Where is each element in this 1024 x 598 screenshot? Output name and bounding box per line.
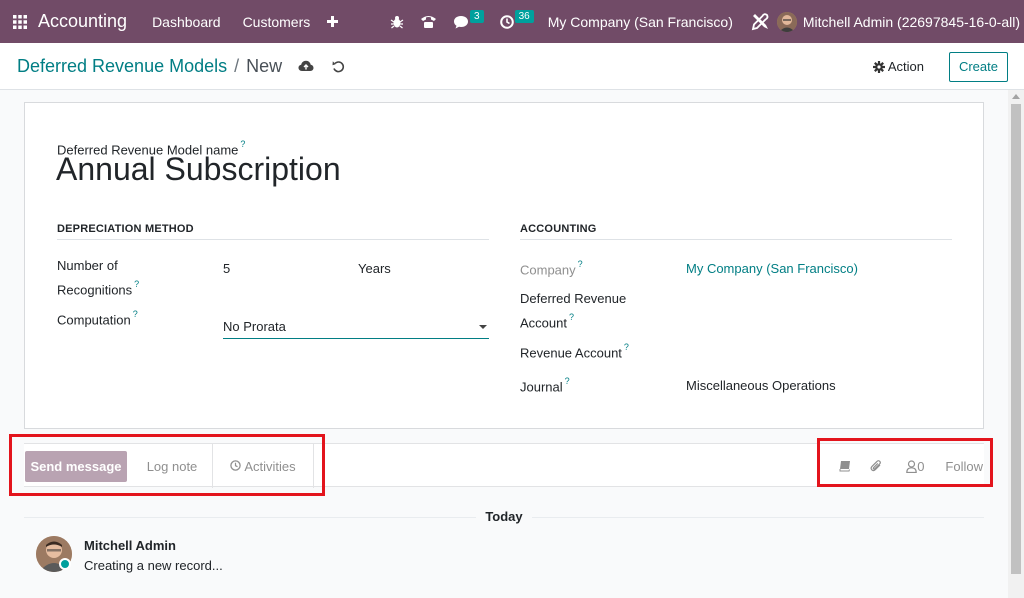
action-menu-button[interactable]: Action [872,59,924,74]
help-tooltip-icon[interactable]: ? [569,312,574,322]
journal-label-text: Journal [520,379,563,395]
deferred-revenue-account-label: Deferred Revenue Account? [520,289,626,333]
messages-icon[interactable]: 3 [453,10,484,29]
message-author[interactable]: Mitchell Admin [84,538,176,553]
bug-icon[interactable] [390,15,404,29]
control-panel: Deferred Revenue Models / New Action Cre… [0,43,1024,90]
depreciation-method-heading: DEPRECIATION METHOD [57,223,489,240]
recognitions-period-select[interactable]: Years [358,261,391,276]
deferred-label-line2: Account [520,315,567,331]
vertical-scrollbar[interactable] [1008,90,1024,598]
date-separator-today: Today [476,509,532,524]
user-menu[interactable]: Mitchell Admin (22697845-16-0-all) [803,14,1020,30]
recognitions-label-line1: Number of [57,258,118,273]
action-label: Action [887,59,924,74]
menu-customers[interactable]: Customers [243,14,311,30]
company-label-text: Company [520,262,576,278]
top-navbar: Accounting Dashboard Customers 3 36 My C… [0,0,1024,43]
plus-icon[interactable] [327,11,339,32]
form-sheet: Deferred Revenue Model name? Annual Subs… [24,102,984,429]
message-body: Creating a new record... [84,558,223,573]
help-tooltip-icon[interactable]: ? [133,309,138,319]
app-name[interactable]: Accounting [38,11,127,32]
computation-select[interactable]: No Prorata [223,319,489,339]
dropdown-arrow-icon [479,325,487,329]
breadcrumb-separator: / [234,55,240,76]
scrollbar-thumb[interactable] [1011,104,1021,574]
phone-icon[interactable] [420,14,437,29]
company-label: Company? [520,256,583,280]
recognitions-label-line2: Recognitions [57,282,133,298]
recognitions-input[interactable]: 5 [223,261,230,276]
journal-select[interactable]: Miscellaneous Operations [686,378,836,393]
apps-menu-icon[interactable] [2,0,38,43]
revenue-account-label: Revenue Account? [520,339,629,363]
activities-clock-icon[interactable]: 36 [499,10,534,29]
create-button[interactable]: Create [948,51,1008,82]
help-tooltip-icon[interactable]: ? [134,279,139,289]
menu-dashboard[interactable]: Dashboard [152,14,221,30]
deferred-label-line1: Deferred Revenue [520,291,627,306]
discard-undo-icon[interactable] [332,60,345,73]
online-status-dot [59,558,71,570]
messages-badge: 3 [470,10,484,23]
scroll-up-icon[interactable] [1012,94,1020,99]
highlight-box-chatter-tools [817,438,993,487]
help-tooltip-icon[interactable]: ? [624,342,629,352]
highlight-box-chatter-actions [9,434,325,496]
accounting-heading: ACCOUNTING [520,223,952,240]
company-field-link[interactable]: My Company (San Francisco) [686,261,858,276]
journal-label: Journal? [520,373,570,397]
activities-badge: 36 [514,10,534,23]
record-name-input[interactable]: Annual Subscription [56,151,341,188]
breadcrumb: Deferred Revenue Models / New [17,56,282,77]
tools-icon[interactable] [751,12,769,31]
company-switcher[interactable]: My Company (San Francisco) [548,14,733,30]
revenue-label-text: Revenue Account [520,345,622,361]
help-tooltip-icon[interactable]: ? [578,259,583,269]
computation-label-text: Computation [57,312,131,328]
save-cloud-icon[interactable] [298,60,314,72]
breadcrumb-current: New [246,55,283,76]
user-avatar[interactable] [776,11,797,32]
breadcrumb-parent[interactable]: Deferred Revenue Models [17,56,227,77]
computation-value: No Prorata [223,319,286,334]
gear-icon [872,60,885,73]
computation-label: Computation? [57,306,138,330]
help-tooltip-icon[interactable]: ? [565,376,570,386]
form-view: Deferred Revenue Model name? Annual Subs… [0,90,1008,598]
recognitions-label: Number of Recognitions? [57,256,139,300]
help-tooltip-icon[interactable]: ? [240,139,245,149]
